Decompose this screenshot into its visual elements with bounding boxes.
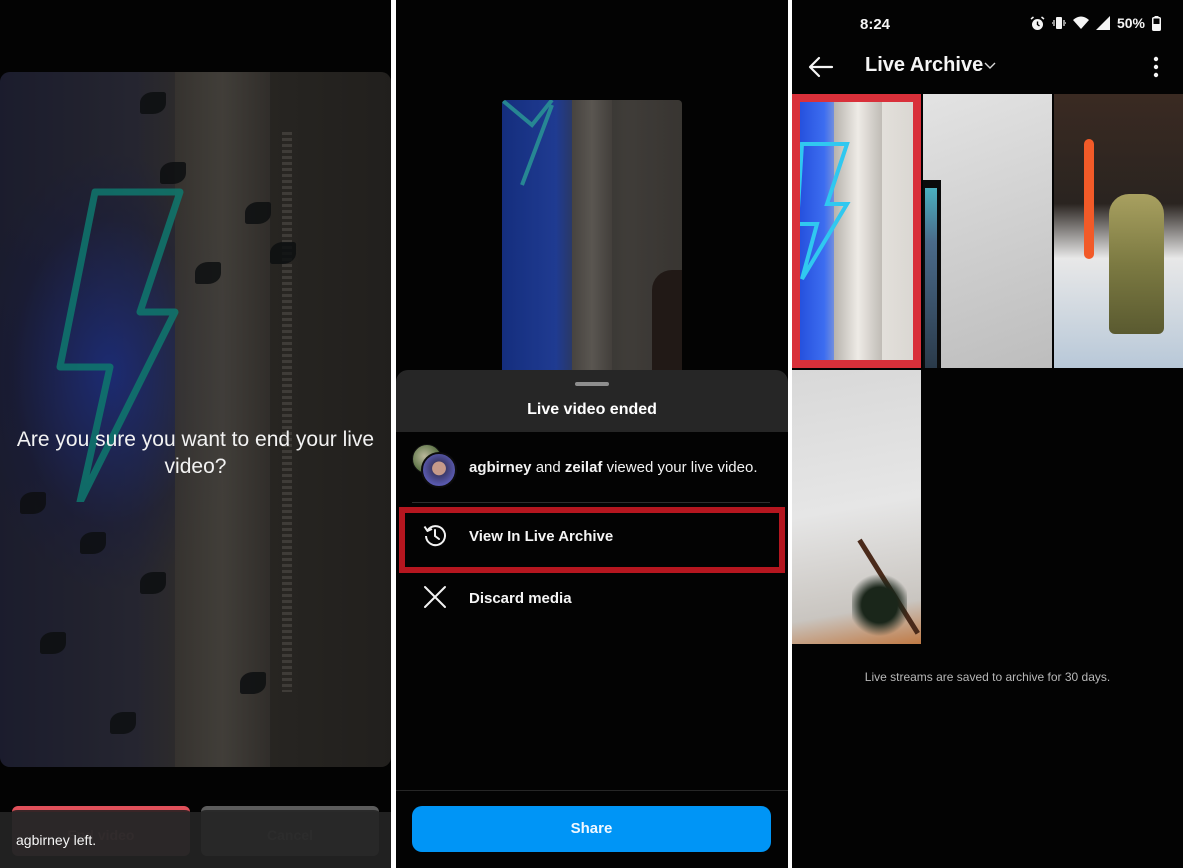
viewers-row[interactable]: agbirney and zeilaf viewed your live vid… (396, 440, 788, 496)
toast-text: agbirney left. (16, 832, 97, 848)
tile-monitor (923, 180, 941, 368)
sheet-header: Live video ended (396, 370, 788, 432)
alarm-icon (1030, 15, 1045, 30)
status-icons: 50% (1030, 15, 1161, 31)
close-icon (424, 586, 446, 608)
viewers-conjunction: and (531, 459, 565, 476)
archive-note: Live streams are saved to archive for 30… (864, 670, 1111, 684)
share-button[interactable]: Share (412, 806, 771, 852)
live-archive-screen: 8:24 50% Live Archive Live streams are s… (792, 0, 1183, 868)
video-dim-overlay (502, 100, 682, 400)
archive-tile[interactable] (1054, 94, 1183, 368)
viewers-suffix: viewed your live video. (602, 459, 758, 476)
toast: agbirney left. (0, 812, 391, 868)
archive-tile[interactable] (923, 94, 1052, 368)
live-ended-screen: Live video ended agbirney and zeilaf vie… (396, 0, 788, 868)
divider (396, 790, 788, 791)
selection-highlight (792, 94, 921, 368)
more-options-icon[interactable] (1153, 56, 1159, 78)
status-bar: 8:24 50% (792, 0, 1183, 46)
battery-icon (1152, 15, 1161, 31)
status-time: 8:24 (860, 16, 891, 33)
tile-cable (1084, 139, 1094, 259)
vibrate-icon (1051, 17, 1066, 29)
chevron-down-icon[interactable] (984, 60, 996, 70)
tile-figure (1109, 194, 1164, 334)
live-video-preview (0, 72, 391, 767)
signal-icon (1095, 16, 1110, 30)
divider (412, 502, 770, 503)
sheet-title: Live video ended (527, 401, 657, 418)
viewer-username[interactable]: agbirney (469, 459, 532, 476)
live-video-thumbnail (502, 100, 682, 400)
menu-item-label: Discard media (469, 590, 572, 607)
bottom-sheet: Live video ended agbirney and zeilaf vie… (396, 370, 788, 868)
avatar (421, 452, 457, 488)
drag-handle[interactable] (575, 382, 609, 386)
highlight-annotation (399, 507, 785, 573)
back-arrow-icon[interactable] (808, 55, 834, 79)
video-dim-overlay (0, 72, 391, 767)
app-bar: Live Archive (792, 46, 1183, 90)
wifi-icon (1072, 16, 1089, 29)
discard-media-item[interactable]: Discard media (396, 570, 788, 626)
battery-percent: 50% (1116, 15, 1145, 31)
viewer-username[interactable]: zeilaf (565, 459, 603, 476)
archive-tile[interactable] (792, 94, 921, 368)
archive-tile[interactable] (792, 370, 921, 644)
page-title[interactable]: Live Archive (865, 54, 983, 77)
viewers-text: agbirney and zeilaf viewed your live vid… (469, 459, 758, 476)
end-live-confirm-screen: Are you sure you want to end your live v… (0, 0, 391, 868)
tile-leaves (852, 570, 907, 640)
end-live-question: Are you sure you want to end your live v… (16, 428, 375, 478)
